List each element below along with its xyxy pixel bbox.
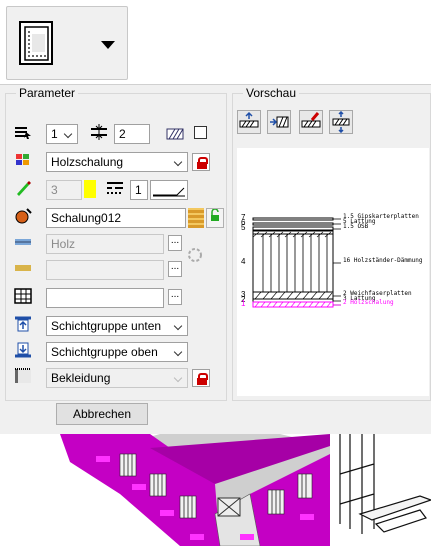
bekleidung-lock-icon[interactable] (192, 369, 210, 387)
lock-icon[interactable] (192, 153, 210, 171)
parameter-legend: Parameter (16, 86, 79, 100)
vorschau-legend: Vorschau (243, 86, 300, 100)
wood-material-value: Holz (51, 237, 76, 251)
bekleidung-value: Bekleidung (51, 371, 111, 385)
surface-input[interactable]: Schalung012 (46, 208, 186, 228)
layer-preview: 7 6 5 4 3 2 1 1.5 Gipskarterplatten 5 La… (237, 148, 429, 396)
schichtgruppe-unten-select[interactable]: Schichtgruppe unten (46, 316, 188, 336)
hatch-icon (166, 128, 184, 140)
material-select[interactable]: Holzschalung (46, 152, 188, 172)
material-icon (16, 154, 29, 165)
layer-tool-button[interactable] (6, 6, 128, 80)
layer-label-5: 1.5 OSB (343, 223, 369, 230)
layer-labels: 1.5 Gipskarterplatten 5 Lattung 1.5 OSB … (343, 214, 422, 306)
pen-input[interactable]: 3 (46, 180, 82, 200)
surface-icon (15, 208, 32, 224)
color-swatch[interactable] (84, 180, 96, 198)
wood-browse-button[interactable]: ... (168, 235, 182, 251)
thickness-icon (91, 124, 107, 140)
layer-num-4: 4 (241, 257, 246, 266)
schichtgruppe-oben-value: Schichtgruppe oben (51, 345, 158, 359)
insulation-browse-button[interactable]: ... (168, 261, 182, 277)
schichtgruppe-unten-value: Schichtgruppe unten (51, 319, 162, 333)
layer-number-value: 1 (51, 127, 58, 141)
building-3d-view (0, 434, 431, 546)
surface-m2-button[interactable] (206, 208, 224, 228)
layer-numbers: 7 6 5 4 3 2 1 (241, 214, 245, 308)
pen-value: 3 (51, 183, 58, 197)
insulation-input[interactable] (46, 260, 164, 280)
swap-layers-button[interactable] (329, 110, 353, 134)
text-browse-button[interactable]: ... (168, 289, 182, 305)
triangle-down-icon[interactable] (101, 41, 115, 49)
schichtgruppe-oben-select[interactable]: Schichtgruppe oben (46, 342, 188, 362)
wood-material-input[interactable]: Holz (46, 234, 164, 254)
pen-icon (17, 181, 31, 196)
grid-icon (14, 288, 32, 304)
cladding-icon (15, 368, 31, 383)
text-input[interactable] (46, 288, 164, 308)
insert-layer-button[interactable] (267, 110, 291, 134)
bekleidung-select[interactable]: Bekleidung (46, 368, 188, 388)
thickness-value: 2 (119, 127, 126, 141)
surface-texture-swatch[interactable] (188, 208, 204, 228)
thickness-input[interactable]: 2 (114, 124, 150, 144)
layer-wall-icon (19, 21, 53, 65)
parameter-group: Parameter 1 2 Holzschalung 3 1 Schalung0… (5, 86, 227, 401)
surface-value: Schalung012 (51, 211, 122, 225)
wood-icon (15, 239, 31, 245)
layer-num-1: 1 (241, 299, 246, 308)
linetype-icon (107, 182, 123, 194)
material-value: Holzschalung (51, 155, 124, 169)
linestyle-select[interactable] (150, 180, 188, 200)
linetype-input[interactable]: 1 (130, 180, 148, 200)
cancel-button[interactable]: Abbrechen (56, 403, 148, 425)
linetype-value: 1 (135, 183, 142, 197)
layer-select-icon (15, 127, 31, 139)
layer-dialog: Parameter 1 2 Holzschalung 3 1 Schalung0… (0, 84, 431, 434)
refresh-icon (188, 248, 202, 262)
layer-number-select[interactable]: 1 (46, 124, 78, 144)
layer-num-5: 5 (241, 223, 246, 232)
layer-group-top-icon (15, 342, 31, 358)
hatch-checkbox[interactable] (194, 126, 207, 139)
layer-group-bottom-icon (15, 316, 31, 332)
add-layer-below-button[interactable] (237, 110, 261, 134)
layer-label-1: 2 Holzschalung (343, 299, 394, 306)
layer-label-4: 16 Holzständer-Dämmung (343, 257, 423, 264)
insulation-icon (15, 265, 31, 271)
delete-layer-button[interactable] (299, 110, 323, 134)
vorschau-group: Vorschau 7 6 5 4 3 2 1 1.5 Gipskarterpla… (232, 86, 431, 401)
